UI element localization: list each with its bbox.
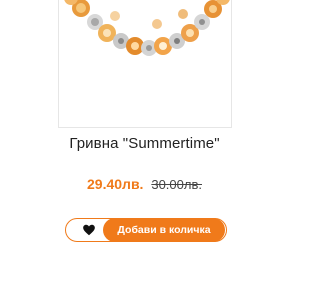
product-image[interactable] (58, 0, 232, 128)
price-old: 30.00лв. (151, 177, 202, 192)
product-card: Гривна "Summertime" 29.40лв. 30.00лв. До… (0, 0, 289, 288)
product-title[interactable]: Гривна "Summertime" (0, 135, 289, 152)
heart-icon (83, 224, 95, 236)
bracelet-image (64, 0, 230, 56)
add-to-cart-button[interactable]: Добави в количка (103, 218, 225, 242)
price-current: 29.40лв. (87, 176, 144, 192)
product-actions: Добави в количка (65, 218, 227, 242)
price-row: 29.40лв. 30.00лв. (0, 176, 289, 193)
